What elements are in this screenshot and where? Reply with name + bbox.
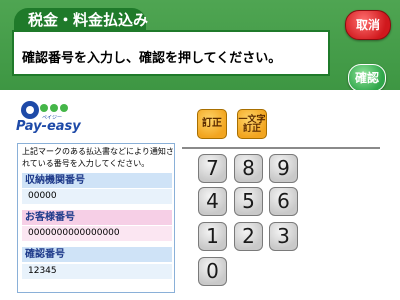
- info-note: 上記マークのある払込書などにより通知されている番号を入力してください。: [22, 147, 174, 168]
- key-8[interactable]: 8: [234, 154, 263, 183]
- confirmation-number-input[interactable]: 12345: [22, 264, 172, 279]
- instruction-text: 確認番号を入力し、確認を押してください。: [22, 51, 282, 66]
- confirm-button[interactable]: 確認: [348, 64, 386, 92]
- key-3[interactable]: 3: [269, 222, 298, 251]
- payment-info-box: 上記マークのある払込書などにより通知されている番号を入力してください。 収納機関…: [17, 143, 175, 293]
- cancel-button[interactable]: 取消: [345, 10, 391, 40]
- field-label-customer-number: お客様番号: [22, 210, 172, 225]
- key-2[interactable]: 2: [234, 222, 263, 251]
- correct-button[interactable]: 訂正: [197, 109, 227, 139]
- key-1[interactable]: 1: [198, 222, 227, 251]
- backspace-label-line2: 訂正: [242, 124, 261, 134]
- instruction-message: 確認番号を入力し、確認を押してください。: [12, 30, 330, 76]
- backspace-button[interactable]: 一文字 訂正: [237, 109, 267, 139]
- field-value-customer-number: 0000000000000000: [22, 226, 172, 241]
- pay-easy-logo: ペイジー Pay-easy: [16, 100, 81, 138]
- key-0[interactable]: 0: [198, 257, 227, 286]
- atm-screen: 税金・料金払込み 確認番号を入力し、確認を押してください。 取消 確認 ペイジー…: [0, 0, 400, 300]
- keypad-divider: [182, 147, 380, 149]
- pay-easy-logo-text: Pay-easy: [16, 119, 81, 134]
- key-5[interactable]: 5: [234, 187, 263, 216]
- key-7[interactable]: 7: [198, 154, 227, 183]
- field-label-confirmation-number: 確認番号: [22, 247, 172, 262]
- field-label-institution-number: 収納機関番号: [22, 173, 172, 188]
- key-6[interactable]: 6: [269, 187, 298, 216]
- field-value-institution-number: 00000: [22, 189, 172, 204]
- screen-title: 税金・料金払込み: [14, 8, 148, 32]
- key-9[interactable]: 9: [269, 154, 298, 183]
- key-4[interactable]: 4: [198, 187, 227, 216]
